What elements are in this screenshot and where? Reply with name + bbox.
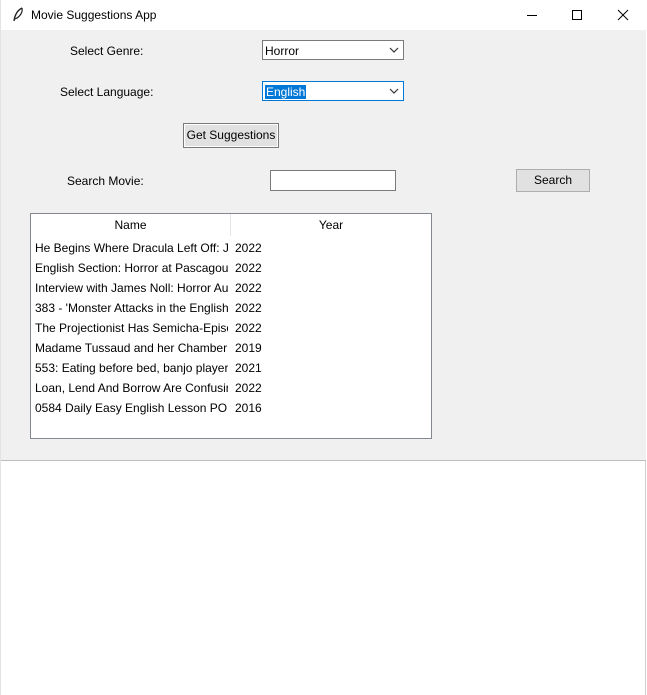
- feather-icon: [13, 7, 23, 22]
- cell-year: 2022: [235, 261, 262, 275]
- cell-year: 2022: [235, 281, 262, 295]
- cell-name: The Projectionist Has Semicha-Episo: [35, 321, 228, 335]
- table-row[interactable]: Interview with James Noll: Horror Au 202…: [31, 278, 431, 298]
- chevron-down-icon[interactable]: [388, 45, 400, 55]
- cell-name: He Begins Where Dracula Left Off: Jo: [35, 241, 228, 255]
- cell-year: 2019: [235, 341, 262, 355]
- table-row[interactable]: The Projectionist Has Semicha-Episo 2022: [31, 318, 431, 338]
- cell-name: English Section: Horror at Pascagoul: [35, 261, 228, 275]
- table-row[interactable]: 383 - 'Monster Attacks in the English 20…: [31, 298, 431, 318]
- table-row[interactable]: English Section: Horror at Pascagoul 202…: [31, 258, 431, 278]
- maximize-icon: [571, 10, 582, 20]
- get-suggestions-button[interactable]: Get Suggestions: [183, 123, 279, 148]
- close-icon: [617, 9, 628, 21]
- cell-year: 2021: [235, 361, 262, 375]
- window-title: Movie Suggestions App: [31, 8, 157, 22]
- genre-label: Select Genre:: [70, 44, 144, 58]
- cell-year: 2022: [235, 301, 262, 315]
- cell-name: 553: Eating before bed, banjo players: [35, 361, 228, 375]
- client-area: Select Genre: Horror Select Language: En…: [1, 30, 646, 461]
- column-header-name[interactable]: Name: [31, 214, 231, 236]
- table-row[interactable]: 553: Eating before bed, banjo players 20…: [31, 358, 431, 378]
- cell-name: Madame Tussaud and her Chamber: [35, 341, 228, 355]
- search-movie-label: Search Movie:: [67, 174, 144, 188]
- table-row[interactable]: Madame Tussaud and her Chamber 2019: [31, 338, 431, 358]
- genre-select[interactable]: Horror: [262, 40, 404, 60]
- cell-year: 2022: [235, 381, 262, 395]
- table-row[interactable]: He Begins Where Dracula Left Off: Jo 202…: [31, 238, 431, 258]
- app-window: Movie Suggestions App Select Genre: Horr…: [0, 0, 647, 695]
- table-row[interactable]: Loan, Lend And Borrow Are Confusir 2022: [31, 378, 431, 398]
- cell-year: 2022: [235, 321, 262, 335]
- search-input[interactable]: [270, 170, 396, 191]
- maximize-button[interactable]: [554, 0, 599, 30]
- language-select[interactable]: English: [262, 81, 404, 101]
- minimize-button[interactable]: [509, 0, 554, 30]
- column-header-year[interactable]: Year: [231, 214, 431, 236]
- cell-year: 2022: [235, 241, 262, 255]
- results-table[interactable]: Name Year He Begins Where Dracula Left O…: [30, 213, 432, 439]
- title-bar[interactable]: Movie Suggestions App: [1, 0, 647, 30]
- language-label: Select Language:: [60, 85, 154, 99]
- search-button[interactable]: Search: [516, 169, 590, 192]
- cell-year: 2016: [235, 401, 262, 415]
- language-select-value: English: [265, 85, 307, 99]
- genre-select-value: Horror: [265, 44, 300, 58]
- table-header: Name Year: [31, 214, 431, 236]
- cell-name: Interview with James Noll: Horror Au: [35, 281, 228, 295]
- cell-name: 383 - 'Monster Attacks in the English: [35, 301, 228, 315]
- close-button[interactable]: [600, 0, 645, 30]
- cell-name: Loan, Lend And Borrow Are Confusir: [35, 381, 228, 395]
- cell-name: 0584 Daily Easy English Lesson PODC: [35, 401, 228, 415]
- chevron-down-icon[interactable]: [388, 86, 400, 96]
- minimize-icon: [526, 15, 537, 16]
- table-row[interactable]: 0584 Daily Easy English Lesson PODC 2016: [31, 398, 431, 418]
